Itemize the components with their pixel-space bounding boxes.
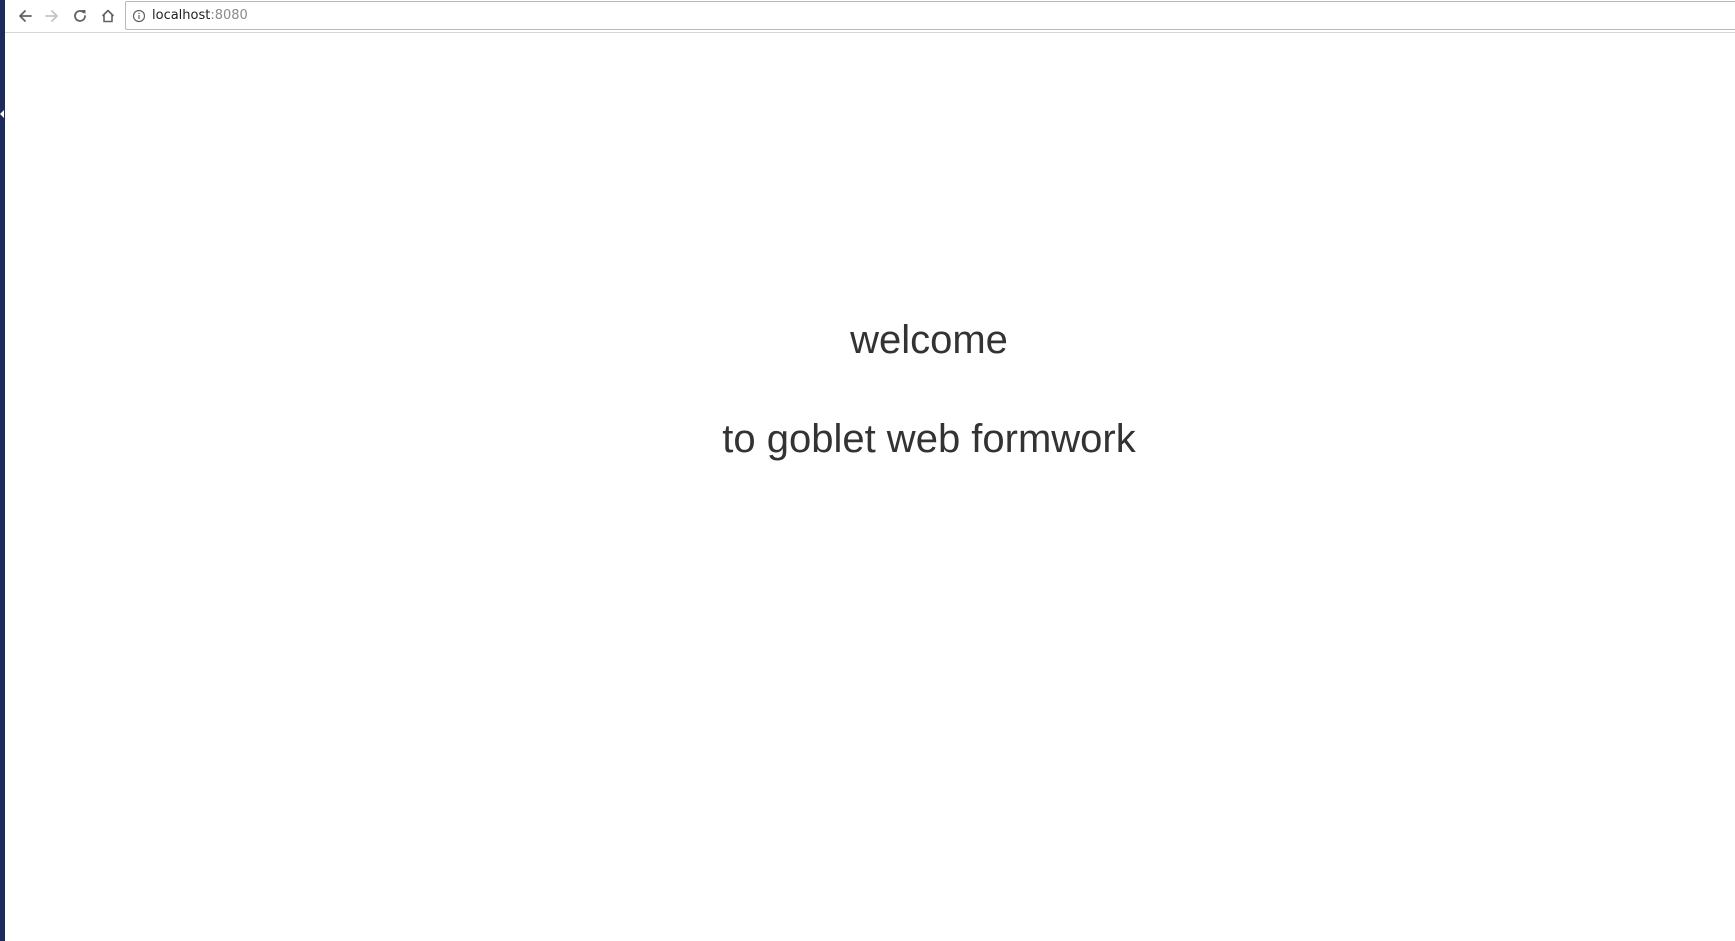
address-bar[interactable]: localhost:8080 — [125, 1, 1735, 30]
subtitle-heading: to goblet web formwork — [722, 417, 1136, 461]
info-icon[interactable] — [132, 9, 146, 23]
reload-button[interactable] — [68, 4, 92, 28]
page-content: welcome to goblet web formwork — [5, 34, 1735, 941]
url-text[interactable]: localhost:8080 — [152, 8, 248, 24]
edge-arrow-icon — [0, 110, 4, 118]
arrow-left-icon — [19, 10, 32, 22]
home-icon — [101, 9, 115, 23]
arrow-right-icon — [45, 10, 58, 22]
welcome-heading: welcome — [850, 318, 1008, 362]
forward-button[interactable] — [40, 4, 64, 28]
screen: localhost:8080 welcome to goblet web for… — [0, 0, 1735, 941]
browser-toolbar: localhost:8080 — [5, 0, 1735, 33]
url-host: localhost — [152, 8, 211, 23]
home-button[interactable] — [96, 4, 120, 28]
reload-icon — [74, 10, 86, 22]
browser-window: localhost:8080 welcome to goblet web for… — [5, 0, 1735, 941]
url-port: :8080 — [210, 8, 248, 23]
back-button[interactable] — [13, 4, 37, 28]
